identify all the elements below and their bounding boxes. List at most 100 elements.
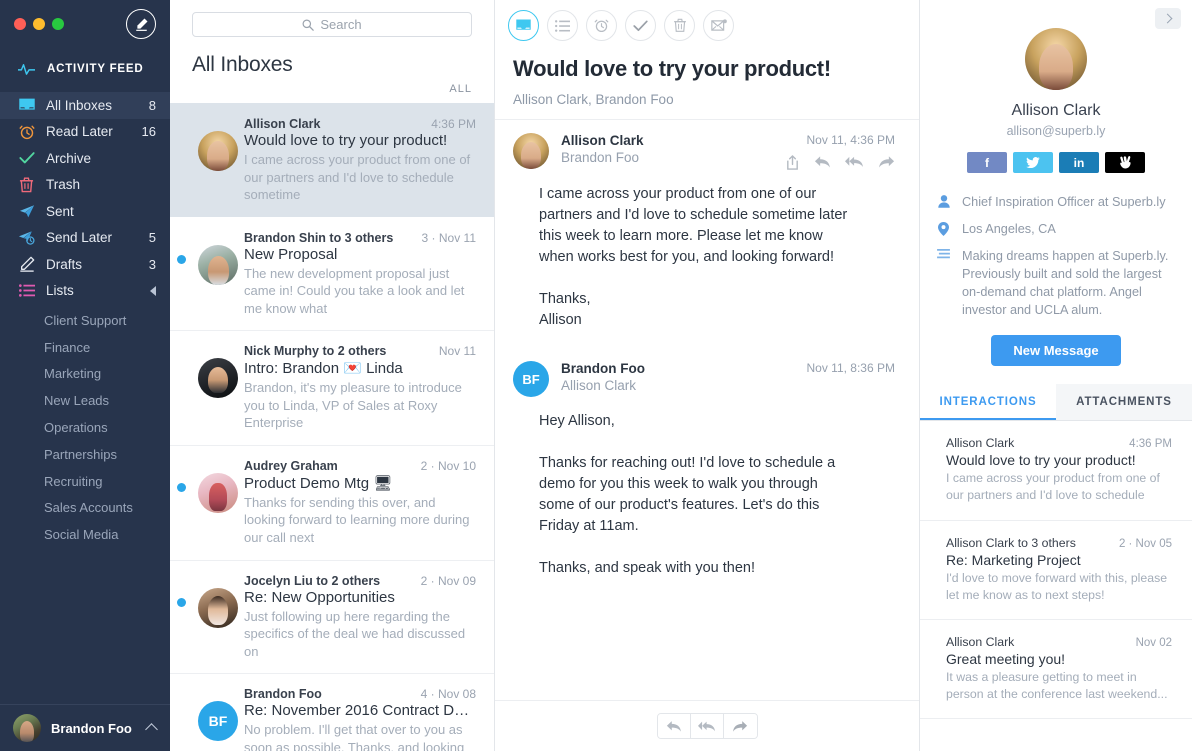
preview-text: Just following up here regarding the spe…	[244, 608, 476, 661]
avatar	[198, 245, 238, 285]
linkedin-icon[interactable]: in	[1059, 152, 1099, 173]
sidebar-item-archive[interactable]: Archive	[0, 145, 170, 172]
list-item[interactable]: Allison Clark Nov 02 Great meeting you! …	[920, 620, 1192, 719]
timestamp: 4 · Nov 08	[421, 687, 476, 701]
tab-interactions[interactable]: INTERACTIONS	[920, 384, 1056, 420]
thread-message-header: BF Brandon Foo Allison Clark Nov 11, 8:3…	[513, 361, 895, 397]
snooze-button[interactable]	[586, 10, 617, 41]
reply-button[interactable]	[658, 714, 691, 738]
sidebar-item-send-later[interactable]: Send Later 5	[0, 225, 170, 252]
archive-button[interactable]	[625, 10, 656, 41]
sidebar-list-recruiting[interactable]: Recruiting	[0, 468, 170, 495]
message-list-pane: Search All Inboxes ALL Allison Clark 4:3…	[170, 0, 495, 751]
sidebar-item-label: Trash	[46, 177, 145, 192]
account-switcher[interactable]: Brandon Foo	[0, 704, 170, 751]
contact-pane: Allison Clark allison@superb.ly f in Chi…	[920, 0, 1192, 751]
reading-pane: Would love to try your product! Allison …	[495, 0, 920, 751]
sidebar-list-new-leads[interactable]: New Leads	[0, 387, 170, 414]
chevron-left-icon[interactable]	[150, 286, 156, 296]
avatar	[1025, 28, 1087, 90]
thread-message-names: Allison Clark Brandon Foo	[561, 133, 773, 165]
timestamp: Nov 11, 4:36 PM	[785, 133, 895, 147]
sidebar-item-sent[interactable]: Sent	[0, 198, 170, 225]
forward-icon	[732, 720, 748, 733]
share-button[interactable]	[785, 155, 800, 170]
search-input[interactable]: Search	[192, 12, 472, 37]
sidebar-list-sales-accounts[interactable]: Sales Accounts	[0, 495, 170, 522]
subject: Would love to try your product!	[946, 452, 1172, 468]
tab-attachments[interactable]: ATTACHMENTS	[1056, 384, 1192, 420]
sidebar-list-partnerships[interactable]: Partnerships	[0, 441, 170, 468]
sidebar-item-all-inboxes[interactable]: All Inboxes 8	[0, 92, 170, 119]
timestamp: 4:36 PM	[1129, 438, 1172, 450]
sender-name: Allison Clark	[561, 133, 773, 148]
paper-plane-icon	[18, 203, 35, 220]
sidebar: ACTIVITY FEED All Inboxes 8 Read Later 1…	[0, 0, 170, 751]
activity-feed-item[interactable]: ACTIVITY FEED	[0, 48, 170, 92]
sidebar-item-lists[interactable]: Lists	[0, 278, 170, 305]
minimize-window-button[interactable]	[33, 18, 45, 30]
twitter-icon[interactable]	[1013, 152, 1053, 173]
sidebar-item-read-later[interactable]: Read Later 16	[0, 119, 170, 146]
message-list[interactable]: Allison Clark 4:36 PM Would love to try …	[170, 103, 494, 751]
sidebar-list-marketing[interactable]: Marketing	[0, 361, 170, 388]
timestamp: Nov 11, 8:36 PM	[807, 361, 896, 375]
reply-all-icon	[845, 155, 864, 169]
inbox-icon	[18, 97, 35, 114]
subject: Re: Marketing Project	[946, 552, 1172, 568]
reply-button[interactable]	[814, 155, 831, 170]
contact-title-row: Chief Inspiration Officer at Superb.ly	[936, 193, 1176, 211]
contact-location-row: Los Angeles, CA	[936, 220, 1176, 238]
reply-all-button[interactable]	[845, 155, 864, 170]
mark-unread-button[interactable]	[703, 10, 734, 41]
forward-button[interactable]	[878, 155, 895, 170]
trash-icon	[673, 18, 687, 33]
list-item[interactable]: Jocelyn Liu to 2 others 2 · Nov 09 Re: N…	[170, 560, 494, 674]
reply-all-button[interactable]	[691, 714, 724, 738]
sidebar-item-trash[interactable]: Trash	[0, 172, 170, 199]
unread-indicator-slot	[170, 574, 192, 607]
recipient-name: Allison Clark	[561, 378, 795, 393]
add-to-list-button[interactable]	[547, 10, 578, 41]
move-to-inbox-button[interactable]	[508, 10, 539, 41]
forward-button[interactable]	[724, 714, 757, 738]
list-item[interactable]: Audrey Graham 2 · Nov 10 Product Demo Mt…	[170, 445, 494, 560]
sidebar-list-social-media[interactable]: Social Media	[0, 521, 170, 548]
list-item-body: Audrey Graham 2 · Nov 10 Product Demo Mt…	[244, 459, 480, 547]
sidebar-item-count: 16	[142, 124, 156, 139]
delete-button[interactable]	[664, 10, 695, 41]
list-item[interactable]: Allison Clark to 3 others 2 · Nov 05 Re:…	[920, 521, 1192, 620]
facebook-icon[interactable]: f	[967, 152, 1007, 173]
list-item[interactable]: Allison Clark 4:36 PM Would love to try …	[920, 421, 1192, 520]
interaction-header: Allison Clark Nov 02	[946, 635, 1172, 649]
social-links: f in	[967, 152, 1145, 173]
close-window-button[interactable]	[14, 18, 26, 30]
contact-bio-row: Making dreams happen at Superb.ly. Previ…	[936, 247, 1176, 319]
contact-email[interactable]: allison@superb.ly	[1007, 124, 1106, 138]
subject: Re: New Opportunities	[244, 589, 476, 606]
list-item[interactable]: Nick Murphy to 2 others Nov 11 Intro: Br…	[170, 330, 494, 445]
sidebar-item-drafts[interactable]: Drafts 3	[0, 251, 170, 278]
sidebar-list-finance[interactable]: Finance	[0, 334, 170, 361]
new-message-button[interactable]: New Message	[991, 335, 1120, 366]
chevron-up-icon[interactable]	[145, 723, 158, 736]
sidebar-list-client-support[interactable]: Client Support	[0, 307, 170, 334]
list-item[interactable]: BF Brandon Foo 4 · Nov 08 Re: November 2…	[170, 673, 494, 751]
thread-participants: Allison Clark, Brandon Foo	[495, 82, 919, 119]
maximize-window-button[interactable]	[52, 18, 64, 30]
list-item[interactable]: Brandon Shin to 3 others 3 · Nov 11 New …	[170, 217, 494, 331]
collapse-panel-button[interactable]	[1155, 8, 1181, 29]
list-item[interactable]: Allison Clark 4:36 PM Would love to try …	[170, 103, 494, 217]
page-title: Would love to try your product!	[495, 41, 919, 82]
filter-all-button[interactable]: ALL	[449, 83, 472, 95]
sender-name: Audrey Graham	[244, 459, 415, 473]
compose-button[interactable]	[126, 9, 156, 39]
sidebar-item-label: Send Later	[46, 230, 138, 245]
interactions-list[interactable]: Allison Clark 4:36 PM Would love to try …	[920, 421, 1192, 719]
unread-indicator-slot	[170, 687, 192, 711]
activity-pulse-icon	[18, 62, 35, 76]
list-item-header: Brandon Foo 4 · Nov 08	[244, 687, 476, 701]
list-item-header: Nick Murphy to 2 others Nov 11	[244, 344, 476, 358]
angellist-icon[interactable]	[1105, 152, 1145, 173]
sidebar-list-operations[interactable]: Operations	[0, 414, 170, 441]
